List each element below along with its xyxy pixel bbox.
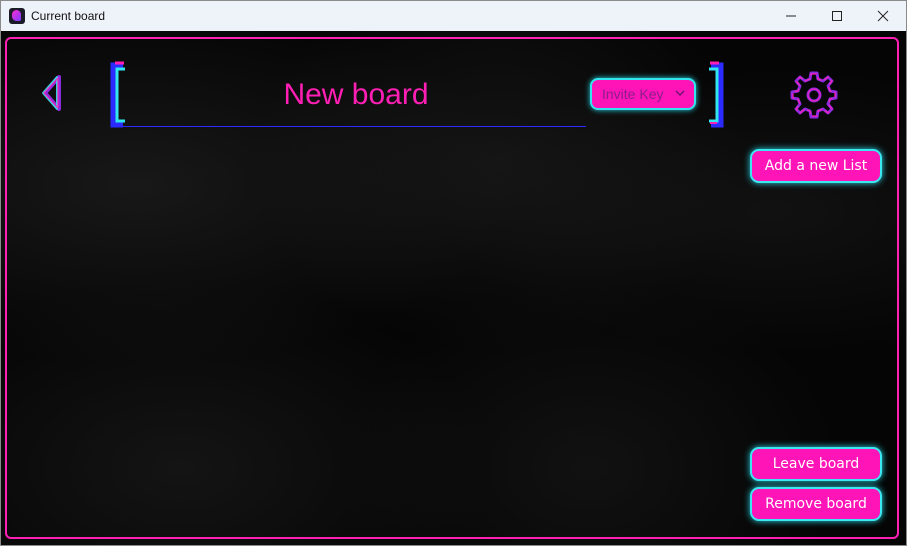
close-icon bbox=[877, 10, 889, 22]
gear-icon bbox=[790, 71, 838, 119]
back-button[interactable] bbox=[37, 71, 67, 115]
settings-button[interactable] bbox=[789, 69, 839, 119]
invite-key-select[interactable]: Invite Key bbox=[590, 78, 696, 110]
close-button[interactable] bbox=[860, 1, 906, 31]
maximize-icon bbox=[832, 11, 842, 21]
title-underline bbox=[121, 126, 586, 127]
chevron-down-icon bbox=[675, 88, 685, 100]
maximize-button[interactable] bbox=[814, 1, 860, 31]
leave-board-button[interactable]: Leave board bbox=[750, 447, 882, 481]
minimize-button[interactable] bbox=[768, 1, 814, 31]
add-list-button[interactable]: Add a new List bbox=[750, 149, 882, 183]
app-icon bbox=[9, 8, 25, 24]
window-title: Current board bbox=[31, 9, 106, 23]
remove-board-button[interactable]: Remove board bbox=[750, 487, 882, 521]
board-title[interactable]: New board bbox=[201, 75, 511, 115]
minimize-icon bbox=[786, 15, 796, 17]
window-controls bbox=[768, 1, 906, 31]
title-bracket-left bbox=[105, 61, 131, 129]
back-arrow-icon bbox=[42, 75, 61, 111]
title-bar[interactable]: Current board bbox=[1, 1, 906, 31]
invite-key-label: Invite Key bbox=[602, 86, 664, 102]
title-bracket-right bbox=[703, 61, 729, 129]
board-content: New board Invite Key Add a new List Leav… bbox=[1, 31, 906, 545]
app-window: Current board New board Invite Key Add a… bbox=[0, 0, 907, 546]
